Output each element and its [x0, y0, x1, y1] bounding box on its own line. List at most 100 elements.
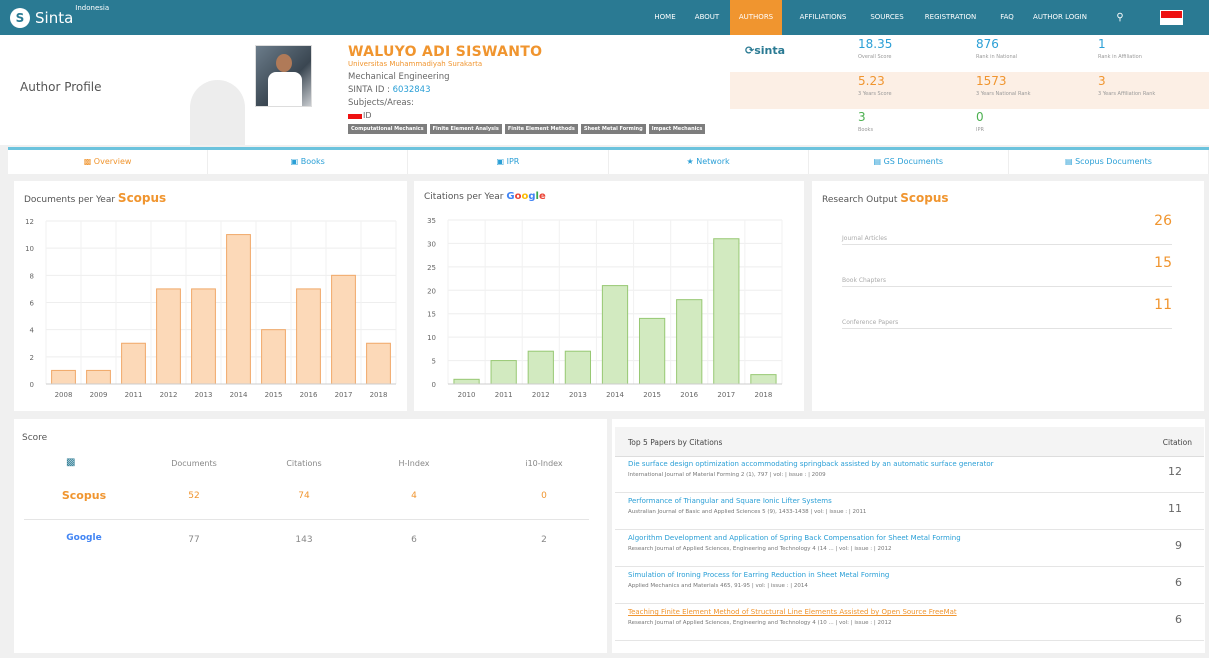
divider: [24, 519, 589, 520]
tab-network[interactable]: ★ Network: [609, 150, 809, 174]
nav-item-about[interactable]: ABOUT: [687, 0, 727, 35]
tab-icon: ▤: [1064, 157, 1076, 166]
tab-ipr[interactable]: ▣ IPR: [408, 150, 609, 174]
x-tick-label: 2012: [160, 391, 178, 399]
nav-item-home[interactable]: HOME: [645, 0, 685, 35]
author-department: Mechanical Engineering: [348, 72, 450, 82]
bar[interactable]: [261, 329, 286, 385]
x-tick-label: 2010: [458, 391, 476, 399]
bar[interactable]: [713, 238, 740, 385]
metrics-row: 18.35 Overall Score 876 Rank in National 1 Ra…: [730, 35, 1209, 72]
y-tick-label: 35: [427, 217, 436, 225]
nav-item-registration[interactable]: REGISTRATION: [918, 0, 983, 35]
bar[interactable]: [601, 285, 629, 385]
indonesia-flag-icon[interactable]: [1160, 10, 1183, 25]
tab-books[interactable]: ▣ Books: [208, 150, 409, 174]
bar[interactable]: [564, 350, 592, 385]
metric-value: 1573: [976, 74, 1007, 88]
score-value: 6: [411, 535, 417, 545]
score-header: H-Index: [398, 459, 430, 468]
score-value: 2: [541, 535, 547, 545]
research-output-title: Research Output Scopus: [822, 191, 949, 205]
metric-label: Rank in National: [976, 54, 1018, 60]
nav-item-author-login[interactable]: AUTHOR LOGIN: [1030, 0, 1090, 35]
tab-overview[interactable]: ▩ Overview: [8, 150, 209, 174]
metrics-panel: 18.35 Overall Score 876 Rank in National 1 Ra…: [730, 35, 1209, 145]
page-title: Author Profile: [20, 80, 102, 94]
paper-title-link[interactable]: Teaching Finite Element Method of Struct…: [628, 608, 957, 616]
metric-value: 5.23: [858, 74, 885, 88]
nav-item-sources[interactable]: SOURCES: [862, 0, 912, 35]
subject-tag[interactable]: Impact Mechanics: [648, 124, 706, 134]
bar[interactable]: [191, 288, 216, 385]
metrics-row: 5.23 3 Years Score 1573 3 Years National Ra…: [730, 72, 1209, 109]
x-tick-label: 2017: [335, 391, 353, 399]
tab-label: Network: [696, 157, 730, 166]
bar[interactable]: [51, 369, 76, 385]
bar[interactable]: [676, 299, 703, 385]
research-output-value: 26: [1154, 213, 1172, 229]
country-code: ID: [363, 111, 372, 120]
bar-chart-icon: ▩: [66, 457, 76, 468]
y-tick-label: 0: [432, 381, 436, 389]
y-tick-label: 25: [427, 264, 436, 272]
sinta-id[interactable]: 6032843: [393, 85, 431, 95]
y-tick-label: 10: [25, 245, 34, 253]
search-icon[interactable]: ⚲: [1100, 0, 1140, 35]
scopus-logo: Scopus: [61, 489, 107, 502]
score-value: 0: [541, 491, 547, 501]
tab-label: GS Documents: [883, 157, 944, 166]
paper-source: Applied Mechanics and Materials 465, 91-…: [628, 583, 808, 589]
x-tick-label: 2013: [195, 391, 213, 399]
bar[interactable]: [226, 234, 251, 385]
bar[interactable]: [453, 378, 480, 385]
bar[interactable]: [121, 342, 146, 385]
metric-value: 0: [976, 110, 984, 124]
bar[interactable]: [527, 350, 554, 385]
author-university[interactable]: Universitas Muhammadiyah Surakarta: [348, 60, 482, 68]
subject-tag[interactable]: Finite Element Analysis: [429, 124, 502, 134]
y-tick-label: 15: [427, 311, 436, 319]
subject-tag[interactable]: Sheet Metal Forming: [580, 124, 646, 134]
bar[interactable]: [296, 288, 321, 385]
bar[interactable]: [366, 342, 391, 385]
y-tick-label: 0: [30, 381, 34, 389]
bar[interactable]: [156, 288, 181, 385]
sinta-logo[interactable]: S Sinta Indonesia: [10, 4, 109, 28]
paper-title-link[interactable]: Simulation of Ironing Process for Earrin…: [628, 571, 889, 579]
google-logo: Google: [66, 533, 102, 543]
x-tick-label: 2018: [370, 391, 388, 399]
x-tick-label: 2014: [606, 391, 624, 399]
bar[interactable]: [331, 274, 356, 385]
paper-row: Die surface design optimization accommod…: [615, 457, 1204, 493]
bar[interactable]: [86, 369, 111, 385]
metric-label: IPR: [976, 127, 984, 133]
subject-tag[interactable]: Computational Mechanics: [348, 124, 427, 134]
nav-item-affiliations[interactable]: AFFILIATIONS: [788, 0, 858, 35]
nav-item-faq[interactable]: FAQ: [990, 0, 1024, 35]
bar[interactable]: [750, 374, 777, 385]
nav-item-authors[interactable]: AUTHORS: [730, 0, 782, 35]
paper-row: Teaching Finite Element Method of Struct…: [615, 605, 1204, 641]
x-tick-label: 2015: [265, 391, 283, 399]
sinta-id-row: SINTA ID : 6032843: [348, 85, 431, 95]
x-tick-label: 2018: [755, 391, 773, 399]
paper-citations: 9: [1175, 539, 1182, 552]
paper-title-link[interactable]: Algorithm Development and Application of…: [628, 534, 961, 542]
paper-title-link[interactable]: Performance of Triangular and Square Ion…: [628, 497, 832, 505]
research-output-value: 15: [1154, 255, 1172, 271]
paper-title-link[interactable]: Die surface design optimization accommod…: [628, 460, 994, 468]
research-output-label: Conference Papers: [842, 319, 899, 326]
tab-gs-documents[interactable]: ▤ GS Documents: [809, 150, 1009, 174]
tab-scopus-documents[interactable]: ▤ Scopus Documents: [1009, 150, 1209, 174]
subject-tags: Computational Mechanics Finite Element An…: [348, 124, 706, 134]
paper-source: Research Journal of Applied Sciences, En…: [628, 620, 892, 626]
y-tick-label: 30: [427, 240, 436, 248]
metric-value: 876: [976, 37, 999, 51]
bar[interactable]: [638, 317, 666, 385]
bar[interactable]: [490, 360, 517, 385]
subject-tag[interactable]: Finite Element Methods: [504, 124, 578, 134]
paper-citations: 11: [1168, 502, 1182, 515]
x-tick-label: 2013: [569, 391, 587, 399]
paper-row: Algorithm Development and Application of…: [615, 531, 1204, 567]
